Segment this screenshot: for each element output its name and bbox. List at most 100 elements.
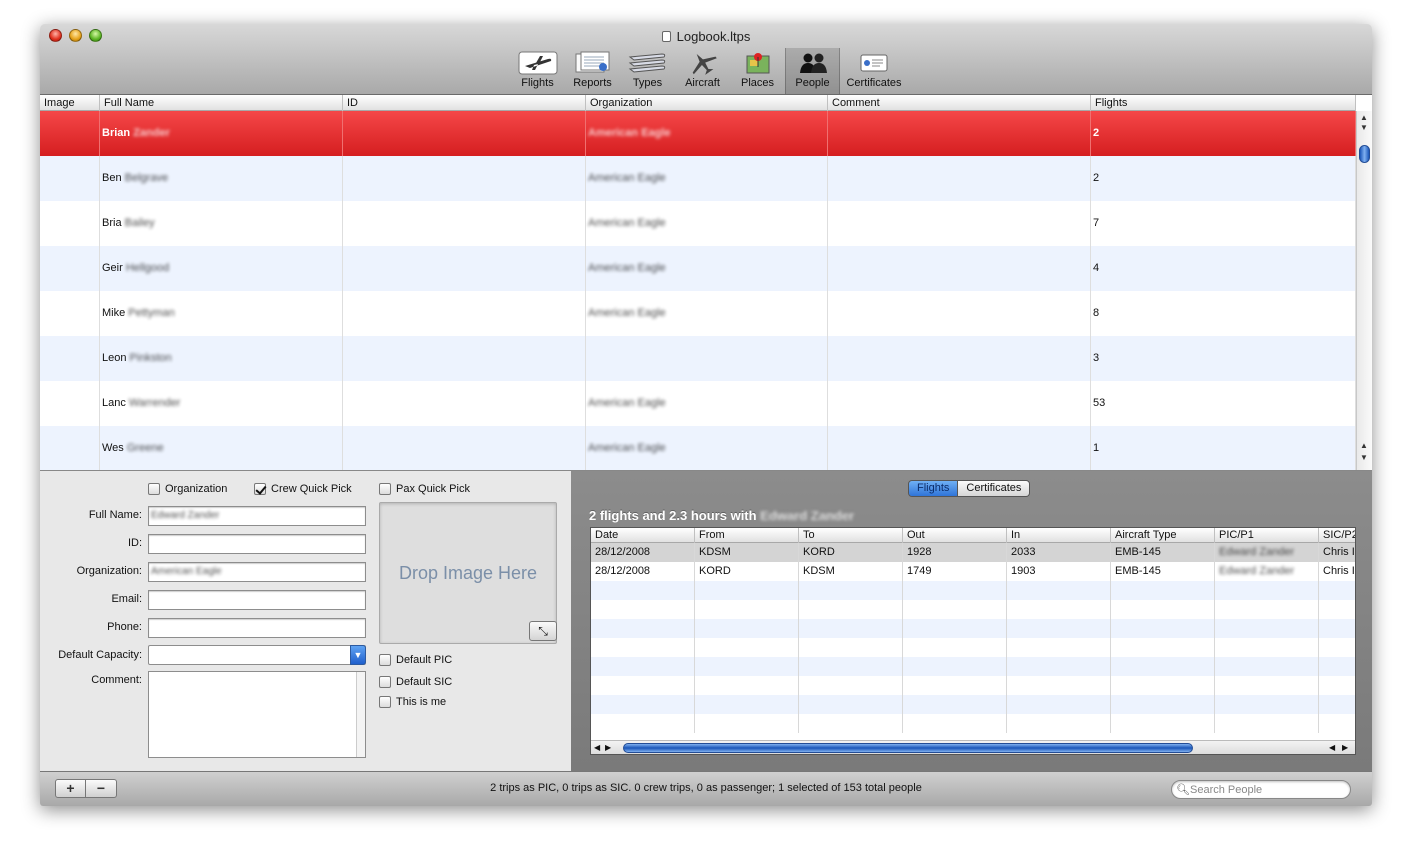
flight-cell: [591, 638, 695, 657]
comment-scrollbar[interactable]: [356, 672, 365, 757]
scroll-left-arrow-end-icon[interactable]: ◀: [1329, 743, 1335, 752]
flight-cell: [1007, 619, 1111, 638]
scroll-left-arrow-icon[interactable]: ◀: [594, 743, 600, 752]
default-sic-checkbox[interactable]: Default SIC: [379, 676, 452, 688]
column-header-organization[interactable]: Organization: [586, 95, 828, 111]
chevron-down-icon[interactable]: ▼: [350, 645, 366, 665]
flight-cell: [1007, 714, 1111, 733]
scroll-up-arrow-icon[interactable]: ▲: [1360, 113, 1368, 122]
flights-horizontal-scrollbar[interactable]: ◀ ▶ ◀ ▶: [591, 740, 1355, 754]
image-drop-well[interactable]: Drop Image Here ⤡: [379, 502, 557, 644]
row-org-cell: American Eagle: [586, 156, 828, 201]
flight-cell-text: 1928: [907, 546, 932, 558]
pax-quick-pick-checkbox[interactable]: Pax Quick Pick: [379, 483, 470, 495]
search-people-field[interactable]: 🔍︎: [1171, 780, 1351, 799]
flight-cell: [1319, 581, 1355, 600]
column-header-id[interactable]: ID: [343, 95, 586, 111]
this-is-me-checkbox-box[interactable]: [379, 696, 391, 708]
expand-icon[interactable]: ⤡: [529, 621, 557, 641]
toolbar-flights-label: Flights: [521, 77, 554, 89]
toolbar-aircraft-button[interactable]: Aircraft: [675, 48, 730, 94]
flights-column-header-date[interactable]: Date: [591, 528, 695, 543]
tab-flights[interactable]: Flights: [909, 481, 959, 496]
row-org-text: American Eagle: [588, 397, 666, 409]
table-row[interactable]: Ben Belgrave American Eagle 2: [40, 156, 1356, 201]
flight-cell: [695, 714, 799, 733]
toolbar: Flights Reports Types Aircraft Places People C…: [510, 48, 908, 94]
scroll-down-arrow-bottom-icon[interactable]: ▼: [1360, 453, 1368, 462]
horizontal-scroll-thumb[interactable]: [623, 743, 1193, 753]
default-pic-checkbox-box[interactable]: [379, 654, 391, 666]
tab-certificates[interactable]: Certificates: [958, 481, 1030, 496]
flights-column-header-aircraft-type[interactable]: Aircraft Type: [1111, 528, 1215, 543]
pax-quick-pick-checkbox-box[interactable]: [379, 483, 391, 495]
search-input[interactable]: [1190, 782, 1340, 797]
id-field[interactable]: [148, 534, 366, 554]
flight-cell: [1007, 581, 1111, 600]
column-header-comment[interactable]: Comment: [828, 95, 1091, 111]
flights-column-header-pic-p1[interactable]: PIC/P1: [1215, 528, 1319, 543]
flight-cell: [695, 581, 799, 600]
scroll-thumb[interactable]: [1359, 145, 1370, 163]
phone-field[interactable]: [148, 618, 366, 638]
table-row[interactable]: Brian Zander American Eagle 2: [40, 111, 1356, 156]
flight-cell-text: KDSM: [803, 565, 835, 577]
toolbar-people-button[interactable]: People: [785, 48, 840, 94]
flight-cell: [1111, 600, 1215, 619]
flights-column-header-to[interactable]: To: [799, 528, 903, 543]
table-row[interactable]: Wes Greene American Eagle 1: [40, 426, 1356, 470]
this-is-me-checkbox[interactable]: This is me: [379, 696, 446, 708]
toolbar-places-button[interactable]: Places: [730, 48, 785, 94]
phone-label: Phone:: [107, 621, 142, 633]
flights-column-header-sic-p2[interactable]: SIC/P2: [1319, 528, 1355, 543]
comment-textarea[interactable]: [148, 671, 366, 758]
table-row: [591, 581, 1355, 600]
flight-cell: [799, 657, 903, 676]
default-capacity-combo[interactable]: ▼: [148, 645, 366, 665]
scroll-right-arrow-end-icon[interactable]: ▶: [1342, 743, 1348, 752]
column-header-full-name[interactable]: Full Name: [100, 95, 343, 111]
table-row[interactable]: 28/12/2008 KDSM KORD 1928 2033 EMB-145 Edward …: [591, 543, 1355, 562]
people-vertical-scrollbar[interactable]: ▲ ▼ ▲ ▼: [1356, 111, 1372, 470]
comment-label: Comment:: [91, 674, 142, 686]
flights-column-header-out[interactable]: Out: [903, 528, 1007, 543]
map-pin-icon: [730, 51, 785, 75]
organization-checkbox-box[interactable]: [148, 483, 160, 495]
default-pic-checkbox[interactable]: Default PIC: [379, 654, 452, 666]
flights-column-header-in[interactable]: In: [1007, 528, 1111, 543]
toolbar-types-button[interactable]: Types: [620, 48, 675, 94]
row-org-cell: American Eagle: [586, 111, 828, 156]
row-last-name: Greene: [126, 442, 164, 454]
row-org-text: American Eagle: [588, 172, 666, 184]
toolbar-reports-button[interactable]: Reports: [565, 48, 620, 94]
scroll-right-arrow-icon[interactable]: ▶: [605, 743, 611, 752]
toolbar-flights-button[interactable]: Flights: [510, 48, 565, 94]
table-row[interactable]: Bria Bailey American Eagle 7: [40, 201, 1356, 246]
flight-cell: [1007, 657, 1111, 676]
table-row[interactable]: Leon Pinkston 3: [40, 336, 1356, 381]
toolbar-reports-label: Reports: [573, 77, 612, 89]
scroll-down-arrow-icon[interactable]: ▼: [1360, 123, 1368, 132]
table-row[interactable]: Mike Pettyman American Eagle 8: [40, 291, 1356, 336]
crew-quick-pick-checkbox-box[interactable]: [254, 483, 266, 495]
flights-column-header-from[interactable]: From: [695, 528, 799, 543]
email-field[interactable]: [148, 590, 366, 610]
column-header-flights[interactable]: Flights: [1091, 95, 1356, 111]
flight-cell: [1007, 638, 1111, 657]
full-name-value: Edward Zander: [151, 510, 220, 521]
column-header-image[interactable]: Image: [40, 95, 100, 111]
full-name-field[interactable]: Edward Zander: [148, 506, 366, 526]
scroll-up-arrow-bottom-icon[interactable]: ▲: [1360, 441, 1368, 450]
table-row[interactable]: Lanc Warrender American Eagle 53: [40, 381, 1356, 426]
organization-checkbox[interactable]: Organization: [148, 483, 227, 495]
table-row[interactable]: Geir Hellgood American Eagle 4: [40, 246, 1356, 291]
toolbar-certificates-label: Certificates: [846, 77, 902, 89]
table-row[interactable]: 28/12/2008 KORD KDSM 1749 1903 EMB-145 Edward …: [591, 562, 1355, 581]
toolbar-certificates-button[interactable]: Certificates: [840, 48, 908, 94]
organization-field[interactable]: American Eagle: [148, 562, 366, 582]
flight-cell: [1319, 657, 1355, 676]
crew-quick-pick-checkbox[interactable]: Crew Quick Pick: [254, 483, 352, 495]
airplane-icon: [510, 51, 565, 75]
organization-value: American Eagle: [151, 566, 222, 577]
default-sic-checkbox-box[interactable]: [379, 676, 391, 688]
